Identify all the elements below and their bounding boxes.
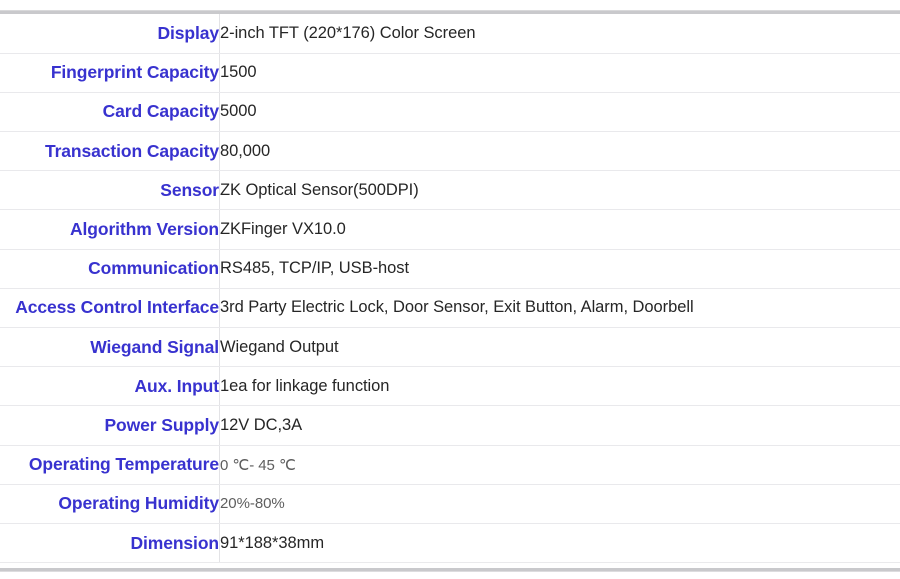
table-row: Transaction Capacity 80,000 (0, 131, 900, 172)
spec-value: 2-inch TFT (220*176) Color Screen (219, 14, 900, 54)
spec-value: 20%-80% (219, 484, 900, 524)
table-row: Operating Humidity 20%-80% (0, 484, 900, 524)
spec-value: 1ea for linkage function (219, 366, 900, 407)
spec-label: Aux. Input (0, 366, 220, 407)
spec-label: Algorithm Version (0, 209, 220, 250)
table-row: Dimension 91*188*38mm (0, 523, 900, 564)
table-row: Fingerprint Capacity 1500 (0, 53, 900, 93)
spec-label: Communication (0, 249, 220, 289)
spec-value: 80,000 (219, 131, 900, 172)
spec-label: Dimension (0, 523, 220, 564)
spec-value: Wiegand Output (219, 327, 900, 368)
table-row: Operating Temperature 0 ℃- 45 ℃ (0, 445, 900, 485)
table-row: Sensor ZK Optical Sensor(500DPI) (0, 170, 900, 211)
spec-label: Card Capacity (0, 92, 220, 133)
spec-value: RS485, TCP/IP, USB-host (219, 249, 900, 289)
table-bottom-rule (0, 568, 900, 572)
spec-value: ZKFinger VX10.0 (219, 209, 900, 250)
spec-label: Operating Humidity (0, 484, 220, 524)
spec-value: 3rd Party Electric Lock, Door Sensor, Ex… (219, 288, 900, 329)
spec-value: 5000 (219, 92, 900, 133)
spec-label: Wiegand Signal (0, 327, 220, 368)
spec-value: 1500 (219, 53, 900, 93)
table-row: Power Supply 12V DC,3A (0, 405, 900, 446)
spec-value: ZK Optical Sensor(500DPI) (219, 170, 900, 211)
table-row: Algorithm Version ZKFinger VX10.0 (0, 209, 900, 250)
spec-label: Fingerprint Capacity (0, 53, 220, 93)
spec-value: 0 ℃- 45 ℃ (219, 445, 900, 485)
table-row: Display 2-inch TFT (220*176) Color Screen (0, 14, 900, 54)
spec-label: Power Supply (0, 405, 220, 446)
spec-value: 91*188*38mm (219, 523, 900, 564)
table-row: Aux. Input 1ea for linkage function (0, 366, 900, 407)
spec-value: 12V DC,3A (219, 405, 900, 446)
spec-label: Access Control Interface (0, 288, 220, 329)
spec-label: Transaction Capacity (0, 131, 220, 172)
table-row: Communication RS485, TCP/IP, USB-host (0, 249, 900, 289)
table-row: Wiegand Signal Wiegand Output (0, 327, 900, 368)
spec-label: Sensor (0, 170, 220, 211)
spec-label: Operating Temperature (0, 445, 220, 485)
specification-sheet: Display 2-inch TFT (220*176) Color Screen… (0, 0, 900, 579)
table-row: Card Capacity 5000 (0, 92, 900, 133)
specification-table-body: Display 2-inch TFT (220*176) Color Screen… (0, 14, 900, 564)
specification-table: Display 2-inch TFT (220*176) Color Screen… (0, 14, 900, 564)
spec-label: Display (0, 14, 220, 54)
table-row: Access Control Interface 3rd Party Electr… (0, 288, 900, 329)
